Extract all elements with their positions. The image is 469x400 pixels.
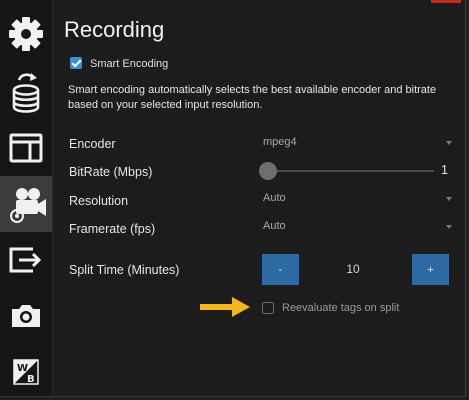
split-time-value[interactable]: 10: [298, 262, 408, 276]
reevaluate-tags-label: Reevaluate tags on split: [282, 302, 400, 314]
annotation-arrow-icon: [200, 297, 250, 317]
camera-icon: [12, 305, 40, 327]
split-time-increment-button[interactable]: +: [412, 254, 449, 285]
framerate-label: Framerate (fps): [69, 222, 156, 236]
svg-text:B: B: [27, 374, 35, 385]
sidebar-item-recording[interactable]: [0, 176, 52, 232]
export-icon: [9, 247, 42, 273]
sidebar: W B: [0, 0, 52, 396]
reevaluate-tags-checkbox[interactable]: [262, 302, 274, 314]
sidebar-item-layout[interactable]: [0, 120, 52, 176]
framerate-select[interactable]: Auto: [262, 218, 454, 236]
white-balance-icon: W B: [13, 359, 39, 385]
bitrate-value: 1: [441, 163, 448, 177]
sidebar-item-storage[interactable]: [0, 64, 52, 120]
sidebar-item-white-balance[interactable]: W B: [0, 344, 52, 400]
sidebar-item-general[interactable]: [0, 6, 52, 62]
smart-encoding-label: Smart Encoding: [90, 58, 169, 70]
bitrate-slider-thumb[interactable]: [259, 162, 277, 180]
encoder-value: mpeg4: [263, 136, 297, 148]
page-title: Recording: [64, 17, 165, 42]
resolution-select[interactable]: Auto: [262, 190, 454, 208]
sidebar-item-screenshot[interactable]: [0, 288, 52, 344]
settings-window: W B Recording Smart Encoding Smart encod…: [0, 0, 466, 397]
bitrate-slider-track[interactable]: [262, 170, 434, 172]
sidebar-divider: [52, 0, 53, 396]
resolution-value: Auto: [263, 192, 286, 204]
split-time-label: Split Time (Minutes): [69, 263, 180, 277]
encoder-label: Encoder: [69, 137, 116, 151]
gear-icon: [9, 17, 43, 51]
framerate-value: Auto: [263, 220, 286, 232]
sidebar-item-output[interactable]: [0, 232, 52, 288]
split-time-decrement-button[interactable]: -: [262, 254, 299, 285]
smart-encoding-description: Smart encoding automatically selects the…: [68, 84, 437, 111]
bitrate-label: BitRate (Mbps): [69, 165, 153, 179]
encoder-select[interactable]: mpeg4: [262, 134, 454, 152]
smart-encoding-checkbox[interactable]: [70, 57, 82, 69]
svg-text:W: W: [17, 363, 28, 374]
chevron-down-icon: [446, 197, 452, 201]
chevron-down-icon: [446, 141, 452, 145]
database-refresh-icon: [12, 73, 40, 113]
resolution-label: Resolution: [69, 194, 129, 208]
video-camera-settings-icon: [10, 188, 46, 223]
close-button-edge[interactable]: [431, 0, 461, 3]
chevron-down-icon: [446, 225, 452, 229]
layout-icon: [9, 133, 43, 163]
